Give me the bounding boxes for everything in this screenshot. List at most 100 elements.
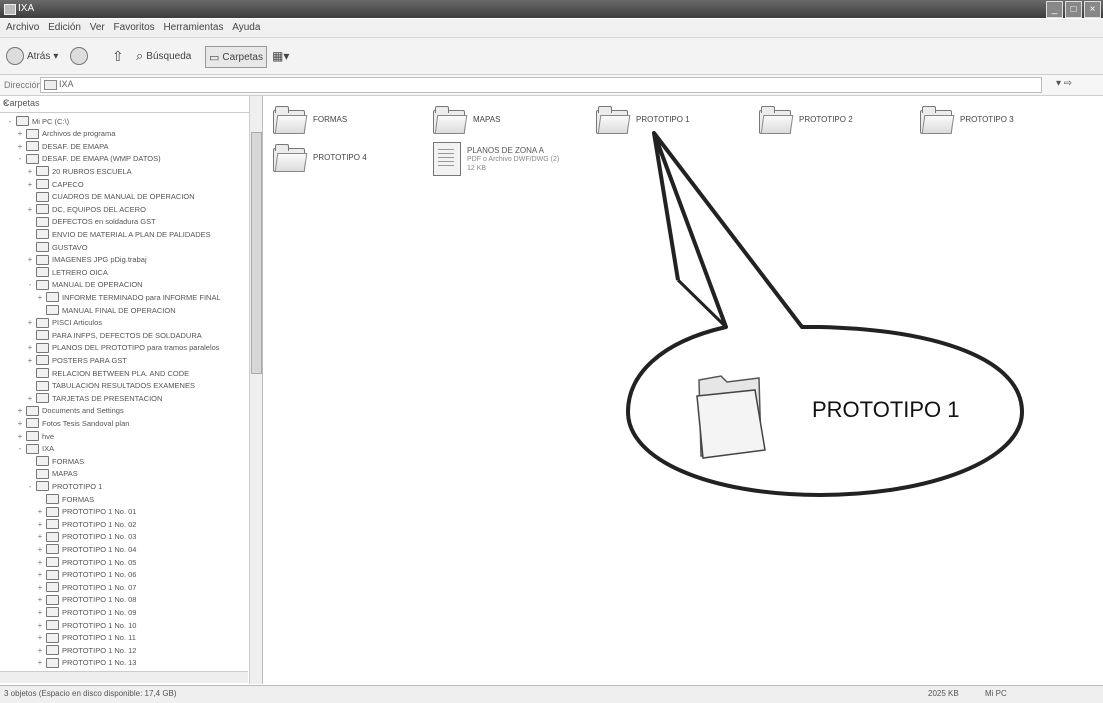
views-button[interactable]: ▦▾ (272, 46, 289, 66)
expand-toggle-icon[interactable]: - (16, 154, 24, 163)
tree-item[interactable]: + POSTERS PARA GST (26, 354, 127, 366)
expand-toggle-icon[interactable]: + (16, 432, 24, 441)
tree-item[interactable]: + PROTOTIPO 1 No. 12 (36, 644, 136, 656)
tree-item[interactable]: + CAPECO (26, 178, 84, 190)
tree-item[interactable]: - DESAF. DE EMAPA (WMP DATOS) (16, 153, 161, 165)
expand-toggle-icon[interactable]: + (16, 406, 24, 415)
tree-item[interactable]: + Archivos de programa (16, 128, 115, 140)
tree-item[interactable]: + PROTOTIPO 1 No. 01 (36, 506, 136, 518)
expand-toggle-icon[interactable]: + (26, 167, 34, 176)
expand-toggle-icon[interactable]: + (16, 419, 24, 428)
folder-item-formas[interactable]: FORMAS (273, 106, 347, 134)
up-folder-button[interactable]: ⇧ (112, 46, 124, 66)
tree-item[interactable]: TABULACION RESULTADOS EXAMENES (26, 380, 195, 392)
expand-toggle-icon[interactable]: + (26, 394, 34, 403)
tree-item[interactable]: + hve (16, 430, 54, 442)
search-button[interactable]: ⌕ Búsqueda (136, 46, 191, 66)
expand-toggle-icon[interactable]: - (6, 117, 14, 126)
address-input[interactable]: IXA (40, 77, 1042, 93)
folder-item-prototipo-2[interactable]: PROTOTIPO 2 (759, 106, 853, 134)
tree-item[interactable]: + INFORME TERMINADO para INFORME FINAL (36, 291, 221, 303)
close-pane-button[interactable]: × (3, 98, 254, 108)
menu-ayuda[interactable]: Ayuda (232, 19, 260, 37)
tree-item[interactable]: + PROTOTIPO 1 No. 09 (36, 606, 136, 618)
folder-item-mapas[interactable]: MAPAS (433, 106, 500, 134)
expand-toggle-icon[interactable]: + (36, 293, 44, 302)
expand-toggle-icon[interactable]: + (36, 658, 44, 667)
tree-item[interactable]: + DC, EQUIPOS DEL ACERO (26, 203, 146, 215)
folder-item-prototipo-1[interactable]: PROTOTIPO 1 (596, 106, 690, 134)
tree-item[interactable]: + TARJETAS DE PRESENTACION (26, 392, 162, 404)
tree-item[interactable]: + PROTOTIPO 1 No. 10 (36, 619, 136, 631)
folder-item-prototipo-4[interactable]: PROTOTIPO 4 (273, 144, 367, 172)
tree-item[interactable]: + DESAF. DE EMAPA (16, 140, 109, 152)
expand-toggle-icon[interactable]: + (26, 356, 34, 365)
minimize-button[interactable]: _ (1046, 1, 1063, 18)
go-button[interactable]: ▾ ⇨ (1056, 78, 1072, 89)
tree-item[interactable]: + PROTOTIPO 1 No. 02 (36, 518, 136, 530)
tree-item[interactable]: MANUAL FINAL DE OPERACION (36, 304, 176, 316)
expand-toggle-icon[interactable]: + (26, 205, 34, 214)
expand-toggle-icon[interactable]: + (26, 255, 34, 264)
expand-toggle-icon[interactable]: + (16, 129, 24, 138)
tree-item[interactable]: - IXA (16, 443, 54, 455)
expand-toggle-icon[interactable]: - (26, 482, 34, 491)
expand-toggle-icon[interactable]: + (26, 343, 34, 352)
expand-toggle-icon[interactable]: + (36, 532, 44, 541)
expand-toggle-icon[interactable]: + (26, 180, 34, 189)
expand-toggle-icon[interactable]: - (16, 444, 24, 453)
expand-toggle-icon[interactable]: + (36, 570, 44, 579)
tree-item[interactable]: + PROTOTIPO 1 No. 08 (36, 594, 136, 606)
expand-toggle-icon[interactable]: + (36, 633, 44, 642)
maximize-button[interactable]: □ (1065, 1, 1082, 18)
expand-toggle-icon[interactable]: + (16, 142, 24, 151)
tree-item[interactable]: + PROTOTIPO 1 No. 06 (36, 569, 136, 581)
expand-toggle-icon[interactable]: + (36, 583, 44, 592)
tree-item[interactable]: + Fotos Tesis Sandoval plan (16, 417, 129, 429)
tree-item[interactable]: + Documents and Settings (16, 405, 124, 417)
menu-favoritos[interactable]: Favoritos (114, 19, 155, 37)
expand-toggle-icon[interactable]: + (36, 507, 44, 516)
menu-archivo[interactable]: Archivo (6, 19, 39, 37)
tree-item[interactable]: FORMAS (36, 493, 94, 505)
back-button[interactable]: Atrás ▾ (6, 46, 58, 66)
tree-item[interactable]: + PISCI Articulos (26, 317, 102, 329)
vertical-scrollbar[interactable] (249, 96, 262, 684)
tree-item[interactable]: RELACION BETWEEN PLA. AND CODE (26, 367, 189, 379)
tree-item[interactable]: MAPAS (26, 468, 78, 480)
tree-item[interactable]: GUSTAVO (26, 241, 88, 253)
close-button[interactable]: × (1084, 1, 1101, 18)
menu-herramientas[interactable]: Herramientas (163, 19, 223, 37)
tree-item[interactable]: + IMAGENES JPG pDig.trabaj (26, 254, 147, 266)
expand-toggle-icon[interactable]: + (36, 621, 44, 630)
tree-item[interactable]: DEFECTOS en soldadura GST (26, 216, 156, 228)
tree-item[interactable]: + PROTOTIPO 1 No. 13 (36, 657, 136, 669)
expand-toggle-icon[interactable]: + (36, 646, 44, 655)
expand-toggle-icon[interactable]: + (36, 558, 44, 567)
folder-item-prototipo-3[interactable]: PROTOTIPO 3 (920, 106, 1014, 134)
tree-item[interactable]: CUADROS DE MANUAL DE OPERACION (26, 191, 195, 203)
folders-button[interactable]: ▭ Carpetas (205, 46, 267, 68)
horizontal-scrollbar[interactable] (0, 671, 248, 683)
expand-toggle-icon[interactable]: + (36, 608, 44, 617)
forward-button[interactable] (70, 46, 88, 66)
scrollbar-thumb[interactable] (251, 132, 262, 374)
tree-item[interactable]: + PROTOTIPO 1 No. 04 (36, 543, 136, 555)
tree-item[interactable]: - Mi PC (C:\) (6, 115, 69, 127)
tree-item[interactable]: FORMAS (26, 455, 84, 467)
expand-toggle-icon[interactable]: + (36, 595, 44, 604)
menu-edicion[interactable]: Edición (48, 19, 81, 37)
expand-toggle-icon[interactable]: + (36, 520, 44, 529)
tree-item[interactable]: +20 RUBROS ESCUELA (26, 165, 132, 177)
tree-item[interactable]: + PROTOTIPO 1 No. 05 (36, 556, 136, 568)
tree-item[interactable]: PARA INFPS, DEFECTOS DE SOLDADURA (26, 329, 202, 341)
tree-item[interactable]: + PROTOTIPO 1 No. 03 (36, 531, 136, 543)
expand-toggle-icon[interactable]: + (26, 318, 34, 327)
tree-item[interactable]: + PLANOS DEL PROTOTIPO para tramos parale… (26, 342, 220, 354)
tree-item[interactable]: + PROTOTIPO 1 No. 11 (36, 632, 136, 644)
expand-toggle-icon[interactable]: - (26, 280, 34, 289)
expand-toggle-icon[interactable]: + (36, 545, 44, 554)
tree-item[interactable]: - MANUAL DE OPERACION (26, 279, 143, 291)
document-item[interactable]: PLANOS DE ZONA A PDF o Archivo DWF/DWG (… (433, 142, 559, 176)
tree-item[interactable]: + PROTOTIPO 1 No. 07 (36, 581, 136, 593)
